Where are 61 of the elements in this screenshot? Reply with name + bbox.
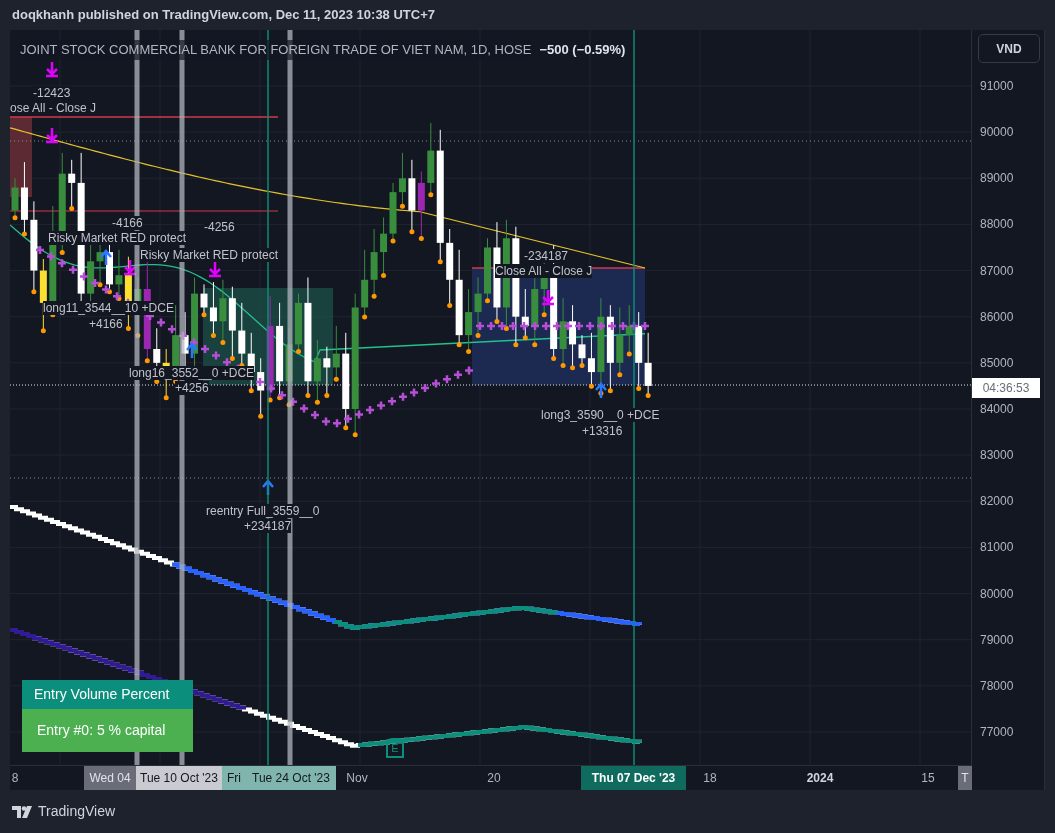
chart-annotation: long11_3544__10 +DCE [43, 301, 174, 315]
price-label: 90000 [980, 125, 1014, 140]
time-axis-label: 18 [702, 770, 718, 787]
price-label: 84000 [980, 401, 1014, 416]
up-arrow-icon [99, 249, 113, 267]
chart-annotation: ose All - Close J [10, 101, 97, 115]
price-label: 80000 [980, 586, 1014, 601]
chart-annotation: reentry Full_3559__0 [206, 504, 320, 518]
price-label: 78000 [980, 678, 1014, 693]
time-axis-label: Tue 10 Oct '23 [136, 766, 222, 790]
price-label: 91000 [980, 79, 1014, 93]
chart-annotation: +234187 [244, 519, 292, 533]
chart-annotation: long16_3552__0 +DCE [129, 366, 255, 380]
up-arrow-icon [594, 382, 608, 400]
brand-name: TradingView [38, 802, 116, 821]
price-label: 77000 [980, 724, 1014, 739]
chart-annotation: -12423 [33, 86, 71, 100]
down-arrow-icon [44, 126, 60, 144]
chart-annotation: +4256 [175, 381, 209, 395]
chart-annotation: long3_3590__0 +DCE [541, 408, 660, 422]
time-axis-label: Fri [222, 766, 246, 790]
time-axis-label: 15 [920, 770, 936, 787]
price-label: 85000 [980, 355, 1014, 370]
down-arrow-icon [540, 288, 556, 306]
time-axis-label: 20 [486, 770, 502, 787]
legend-title: Entry Volume Percent [22, 680, 193, 709]
chart-annotation: +13316 [582, 424, 623, 438]
price-label: 82000 [980, 494, 1014, 509]
down-arrow-icon [44, 60, 60, 78]
chart-annotation: -4166 [112, 216, 143, 230]
currency-button[interactable]: VND [978, 34, 1040, 63]
chart-annotation: Risky Market RED protect [48, 231, 187, 245]
time-axis-label: Wed 04 [84, 766, 136, 790]
publish-info: doqkhanh published on TradingView.com, Dec 11, 2023 10:38 UTC+7 [12, 6, 435, 25]
time-axis-label: 2024 [805, 770, 835, 787]
time-axis-label: T [958, 766, 972, 790]
tradingview-logo-icon [12, 805, 34, 818]
time-axis-label: Thu 07 Dec '23 [581, 766, 686, 790]
chart-annotation: Close All - Close J [495, 264, 593, 278]
entry-marker: E [386, 738, 404, 758]
price-label: 83000 [980, 448, 1014, 463]
chart-annotation: -4256 [204, 220, 235, 234]
time-axis-label: Tue 24 Oct '23 [246, 766, 336, 790]
price-label: 89000 [980, 171, 1014, 186]
time-axis-label: 8 [10, 770, 20, 787]
chart-annotation: Risky Market RED protect [140, 248, 279, 262]
time-axis-label: Nov [345, 770, 369, 787]
price-change: −500 (−0.59%) [539, 41, 626, 59]
up-arrow-icon [185, 342, 199, 360]
price-label: 86000 [980, 309, 1014, 324]
chart-annotation: +4166 [89, 317, 123, 331]
price-label: 88000 [980, 217, 1014, 232]
legend-value: Entry #0: 5 % capital [22, 709, 193, 752]
countdown-label: 04:36:53 [972, 378, 1040, 398]
down-arrow-icon [122, 258, 138, 276]
down-arrow-icon [207, 260, 223, 278]
price-label: 87000 [980, 263, 1014, 278]
price-label: 79000 [980, 632, 1014, 647]
price-label: 81000 [980, 540, 1014, 555]
symbol-title: JOINT STOCK COMMERCIAL BANK FOR FOREIGN TRADE OF VIET NAM, 1D, HOSE [20, 40, 532, 60]
chart-annotation: -234187 [524, 249, 569, 263]
